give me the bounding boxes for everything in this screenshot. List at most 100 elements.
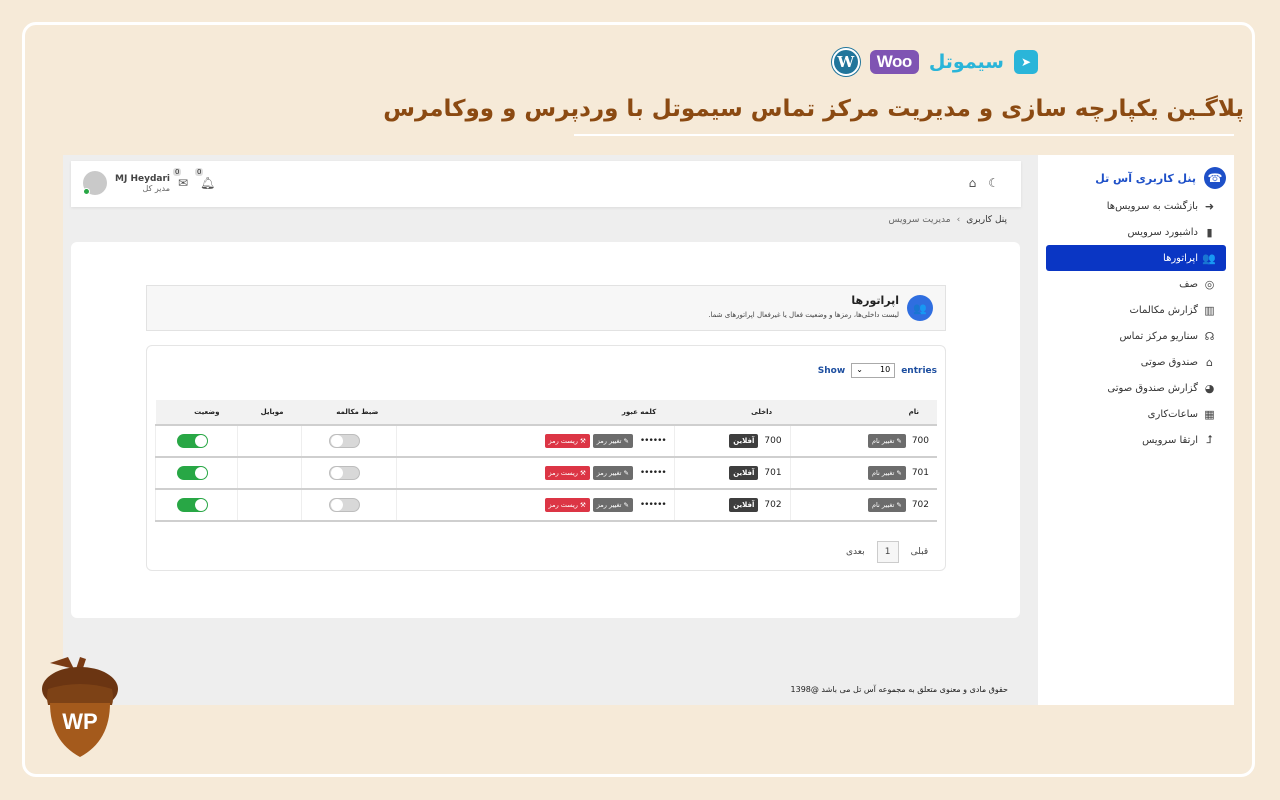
status-badge: آفلاین [729,434,759,448]
sidebar-item-label: داشبورد سرویس [1127,226,1198,238]
reset-password-button[interactable]: ⚒ ریست رمز [544,434,590,448]
reset-password-button[interactable]: ⚒ ریست رمز [544,498,590,512]
wp-acorn-logo-icon: WP [42,657,118,757]
sidebar-item-operators[interactable]: 👥 اپراتورها [1046,245,1226,271]
rename-button[interactable]: ✎ تغییر نام [867,434,906,448]
recording-toggle[interactable] [329,434,361,448]
change-password-button[interactable]: ✎ تغییر رمز [592,498,633,512]
pagination-next[interactable]: بعدی [846,547,865,557]
sidebar-item-scenario[interactable]: ☊ سناریو مرکز تماس [1038,323,1234,349]
operator-name: 702 [911,500,929,510]
toggle-knob [331,435,344,447]
phone-logo-icon: ☎ [1204,167,1226,189]
status-toggle[interactable] [177,466,208,480]
masked-password: •••••• [639,468,667,478]
column-header-status[interactable]: وضعیت [155,400,238,426]
sidebar-item-voicemail[interactable]: ⌂ صندوق صوتی [1038,349,1234,375]
extension-number: 702 [764,500,782,510]
column-header-name[interactable]: نام [790,400,937,426]
home-icon[interactable]: ⌂ [969,176,977,190]
recording-toggle[interactable] [329,466,361,480]
cell-password: •••••• ✎ تغییر رمز ⚒ ریست رمز [395,425,675,458]
operator-name: 700 [911,436,929,446]
sidebar-item-working-hours[interactable]: ▦ ساعات‌کاری [1038,401,1234,427]
sidebar-item-label: ارتقا سرویس [1142,434,1198,446]
notifications-button[interactable]: 0 🔔︎ [194,168,215,190]
sidebar-item-label: صف [1179,278,1198,290]
cell-status [155,425,238,458]
brand-row: W Woo سیموتل ➤ [831,48,1038,76]
cell-name: 702 ✎ تغییر نام [789,489,937,522]
users-icon: 👥 [1202,251,1216,265]
cell-extension: 700 آفلاین [673,425,791,458]
column-header-recording[interactable]: ضبط مکالمه [301,400,397,426]
sidebar-item-dashboard[interactable]: ▮ داشبورد سرویس [1038,219,1234,245]
pagination-prev[interactable]: قبلی [911,547,929,557]
app-screenshot: ☎ پنل کاربری آس تل ➜ بازگشت به سرویس‌ها ▮… [63,155,1234,705]
toggle-knob [331,467,344,479]
simotel-name: سیموتل [928,51,1004,73]
topbar-actions: ⌂ ☾ [969,176,999,190]
cell-name: 701 ✎ تغییر نام [789,457,937,490]
user-name: MJ Heydari [115,173,170,184]
column-header-extension[interactable]: داخلی [674,400,791,426]
operator-name: 701 [911,468,929,478]
change-password-label: تغییر رمز [596,501,622,509]
headline: پلاگـین یکپارچه سازی و مدیریت مرکز تماس … [383,96,1244,122]
clipboard-icon: ▮ [1206,225,1213,239]
rename-button[interactable]: ✎ تغییر نام [867,498,906,512]
toggle-knob [331,499,344,511]
sidebar-item-call-report[interactable]: ▥ گزارش مکالمات [1038,297,1234,323]
extension-number: 701 [764,468,782,478]
sidebar-item-back[interactable]: ➜ بازگشت به سرویس‌ها [1038,193,1234,219]
sidebar-item-label: سناریو مرکز تماس [1119,330,1198,342]
extension-number: 700 [764,436,782,446]
table-row: 700 ✎ تغییر نام 700 آفلاین •••••• ✎ تغییر … [155,425,937,458]
headline-underline [574,134,1234,136]
cell-recording [300,425,397,458]
breadcrumb-current: مدیریت سرویس [888,215,951,225]
avatar[interactable] [83,171,107,195]
envelope-icon: ✉ [177,176,189,190]
messages-count: 0 [172,168,182,176]
cell-status [155,489,238,522]
status-toggle[interactable] [177,434,208,448]
breadcrumb-root[interactable]: پنل کاربری [966,215,1007,225]
sidebar-item-label: اپراتورها [1163,252,1198,264]
sidebar-item-label: صندوق صوتی [1140,356,1198,368]
page-size-control: Show ⌄ 10 entries [818,363,937,378]
sidebar-item-label: بازگشت به سرویس‌ها [1106,200,1198,212]
column-header-password[interactable]: کلمه عبور [396,400,675,426]
change-password-button[interactable]: ✎ تغییر رمز [592,466,633,480]
sidebar-item-voicemail-report[interactable]: ◕ گزارش صندوق صوتی [1038,375,1234,401]
reset-password-label: ریست رمز [548,437,578,445]
column-header-mobile[interactable]: موبایل [237,400,302,426]
reset-password-button[interactable]: ⚒ ریست رمز [544,466,590,480]
headset-icon: ☊ [1204,329,1215,343]
messages-button[interactable]: 0 ✉ [172,168,192,190]
topbar: MJ Heydari مدیر کل 0 ✉ 0 🔔︎ ⌂ ☾ [71,161,1021,207]
status-toggle[interactable] [177,498,208,512]
recording-toggle[interactable] [329,498,361,512]
cell-mobile [237,425,302,458]
page-size-select[interactable]: ⌄ 10 [851,363,896,378]
entries-label: entries [901,365,937,376]
change-password-label: تغییر رمز [596,437,622,445]
table-row: 701 ✎ تغییر نام 701 آفلاین •••••• ✎ تغییر … [155,457,937,490]
change-password-label: تغییر رمز [596,469,622,477]
rename-button[interactable]: ✎ تغییر نام [867,466,906,480]
sidebar-item-queue[interactable]: ◎ صف [1038,271,1234,297]
page-title: اپراتورها [851,294,899,307]
queue-icon: ◎ [1204,277,1215,291]
user-info[interactable]: MJ Heydari مدیر کل [115,174,170,193]
status-badge: آفلاین [729,498,759,512]
change-password-button[interactable]: ✎ تغییر رمز [592,434,633,448]
sidebar-item-upgrade[interactable]: ⮥ ارتقا سرویس [1038,427,1234,453]
cell-recording [300,457,397,490]
table-header-row: نام داخلی کلمه عبور ضبط مکالمه موبایل وض… [155,400,937,426]
pagination-page-1[interactable]: 1 [876,541,899,563]
sidebar-header[interactable]: ☎ پنل کاربری آس تل [1038,155,1234,193]
user-role: مدیر کل [142,183,170,193]
moon-icon[interactable]: ☾ [988,176,999,190]
page-size-value: 10 [880,365,891,374]
